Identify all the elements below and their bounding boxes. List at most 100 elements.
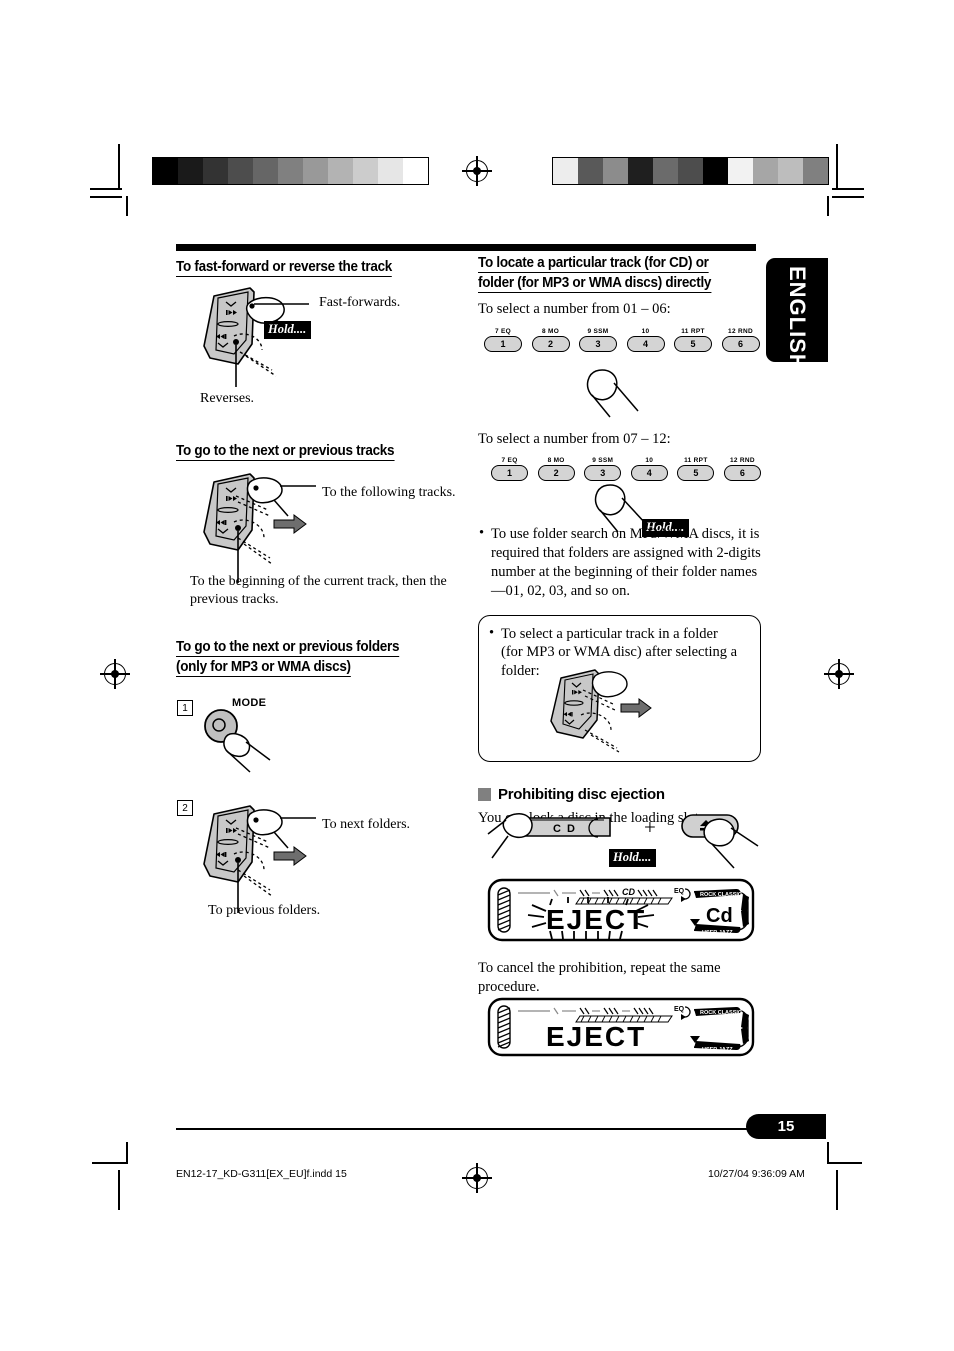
repeat-arrow-icon [273, 514, 307, 534]
section-marker-square [478, 787, 491, 801]
finger-icon [487, 813, 533, 859]
number-button-secondary-label: 7 EQ [494, 327, 511, 335]
crop-mark-tl-h2 [90, 196, 122, 198]
number-button-cell[interactable]: 10 4 [630, 457, 668, 482]
number-button-cell[interactable]: 8 MO 2 [531, 327, 570, 352]
crop-mark-bl-h [92, 1162, 126, 1164]
number-button-4[interactable]: 4 [626, 335, 665, 352]
lcd-display-eject-flashing: CD EQ EJECT ROCK CLASSIC USER JAZZ Cd [487, 878, 755, 942]
heading-next-prev-folders: To go to the next or previous folders (o… [176, 638, 439, 678]
heading-fast-forward: To fast-forward or reverse the track [176, 258, 439, 279]
number-button-5[interactable]: 5 [674, 335, 712, 352]
gray-swatch [378, 158, 403, 184]
heading-locate-track-line1: To locate a particular track (for CD) or [478, 255, 709, 273]
repeat-arrow-icon [273, 846, 307, 866]
heading-prohibiting-eject-text: Prohibiting disc ejection [498, 785, 665, 803]
intro-select-01-06: To select a number from 01 – 06: [478, 301, 671, 318]
number-button-1[interactable]: 1 [484, 335, 522, 352]
number-button-2[interactable]: 2 [537, 465, 575, 482]
hold-badge-ff: Hold.... [264, 320, 312, 339]
lcd-side-text-1: Cd [706, 905, 733, 927]
number-button-secondary-label: 7 EQ [501, 457, 518, 465]
gray-swatch [678, 158, 703, 184]
number-button-cell[interactable]: 7 EQ 1 [484, 328, 522, 352]
crop-mark-tr-h2 [832, 196, 864, 198]
finger-icon [223, 732, 271, 773]
heading-locate-track-line2: folder (for MP3 or WMA discs) directly [478, 274, 712, 293]
note-box-select-track: To select a particular track in a folder… [478, 614, 761, 762]
intro-select-07-12: To select a number from 07 – 12: [478, 430, 671, 447]
number-button-5[interactable]: 5 [677, 465, 715, 482]
gray-swatch [253, 158, 278, 184]
number-button-1[interactable]: 1 [491, 465, 529, 482]
number-button-3[interactable]: 3 [579, 335, 617, 352]
number-button-secondary-label: 8 MO [541, 327, 560, 335]
illustration-finger-press-1 [578, 367, 688, 419]
hold-badge-ff-label: Hold.... [264, 321, 312, 339]
number-button-4[interactable]: 4 [630, 465, 668, 482]
number-button-cell[interactable]: 8 MO 2 [537, 457, 575, 482]
crop-mark-tl-h [90, 188, 122, 190]
crop-mark-tl-v2 [126, 196, 128, 216]
crop-mark-tr-v [836, 144, 838, 190]
bullet-folder-search: To use folder search on MP3/WMA discs, i… [478, 524, 761, 600]
gray-swatch [703, 158, 728, 184]
finger-icon [586, 369, 639, 418]
registration-target-right [824, 659, 854, 689]
number-button-cell[interactable]: 9 SSM 3 [584, 457, 622, 482]
callout-previous-tracks: To the beginning of the current track, t… [190, 574, 447, 607]
number-button-cell[interactable]: 7 EQ 1 [491, 457, 529, 482]
number-button-secondary-label: 10 [641, 327, 650, 335]
remote-body-icon [203, 287, 255, 365]
number-button-secondary-label: 8 MO [547, 457, 565, 465]
arc-top-label: ROCK CLASSIC [700, 892, 742, 898]
number-button-3[interactable]: 3 [584, 465, 622, 482]
number-button-secondary-label: 12 RND [728, 327, 753, 335]
gray-swatch [653, 158, 678, 184]
arc-bottom-label: USER JAZZ [702, 930, 733, 936]
number-button-cell[interactable]: 10 4 [626, 327, 665, 352]
number-button-2[interactable]: 2 [531, 335, 570, 352]
lcd-main-text-1: EJECT [546, 904, 646, 935]
language-tab-label: ENGLISH [785, 266, 810, 371]
crop-mark-tr-v2 [827, 196, 829, 216]
number-button-cell[interactable]: 11 RPT 5 [674, 328, 712, 352]
number-button-cell[interactable]: 12 RND 6 [723, 457, 761, 482]
number-button-6[interactable]: 6 [721, 335, 760, 352]
arc-top-label: ROCK CLASSIC [700, 1010, 742, 1016]
number-button-6[interactable]: 6 [723, 465, 761, 482]
gray-swatch [178, 158, 203, 184]
number-button-row-2: 7 EQ 1 8 MO 2 9 SSM 3 10 4 11 RPT 5 12 RND 6 [491, 457, 761, 482]
registration-target-left [100, 659, 130, 689]
number-button-row-1: 7 EQ 1 8 MO 2 9 SSM 3 10 4 11 RPT 5 12 RND 6 [484, 328, 761, 352]
crop-mark-br-v2 [836, 1170, 838, 1210]
callout-fast-forwards: Fast-forwards. [319, 295, 401, 310]
gray-swatch [628, 158, 653, 184]
finger-icon [591, 670, 628, 698]
heading-next-prev-tracks: To go to the next or previous tracks [176, 442, 439, 463]
level-meter-icon [497, 1005, 511, 1049]
heading-next-prev-folders-line2: (only for MP3 or WMA discs) [176, 658, 351, 677]
gray-swatch [303, 158, 328, 184]
number-button-cell[interactable]: 9 SSM 3 [579, 328, 617, 352]
remote-body-icon [203, 473, 255, 551]
gray-scale-bar-left [152, 157, 429, 185]
gray-swatch [753, 158, 778, 184]
number-button-secondary-label: 12 RND [729, 457, 755, 465]
callout-previous-folders: To previous folders. [208, 903, 321, 918]
illustration-note-remote [541, 666, 751, 753]
lcd-display-eject-steady: EQ EJECT ROCK CLASSIC USER JAZZ [487, 997, 755, 1057]
registration-target-top [462, 156, 492, 186]
crop-mark-bl-v2 [118, 1170, 120, 1210]
number-button-cell[interactable]: 12 RND 6 [721, 327, 760, 352]
gray-swatch [153, 158, 178, 184]
plus-sign: + [644, 815, 656, 839]
crop-mark-tl-v [118, 144, 120, 190]
crop-mark-bl-v [126, 1142, 128, 1164]
number-button-cell[interactable]: 11 RPT 5 [677, 457, 715, 482]
gray-swatch [578, 158, 603, 184]
right-column: To locate a particular track (for CD) or… [478, 240, 761, 1057]
lcd-main-text-2: EJECT [546, 1021, 646, 1052]
number-button-secondary-label: 11 RPT [684, 457, 708, 465]
number-button-secondary-label: 9 SSM [587, 327, 609, 335]
